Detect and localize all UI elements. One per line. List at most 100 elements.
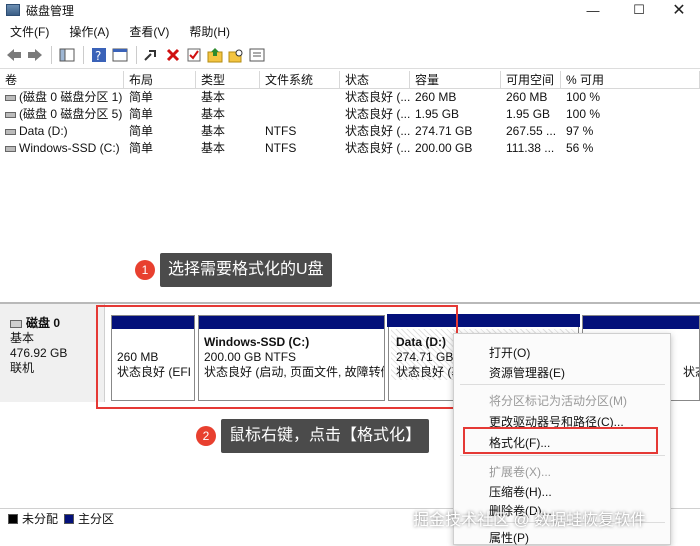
capacity-cell: 274.71 GB — [415, 124, 473, 138]
menu-separator — [460, 455, 665, 456]
capacity-cell: 200.00 GB — [415, 141, 473, 155]
partition-size — [683, 350, 699, 365]
connect-icon[interactable] — [143, 46, 161, 64]
highlight-box-partitions — [96, 305, 458, 409]
help-icon[interactable]: ? — [90, 46, 108, 64]
console-tree-icon[interactable] — [58, 46, 76, 64]
filesystem-cell: NTFS — [265, 124, 297, 138]
menu-view[interactable]: 查看(V) — [119, 23, 179, 40]
drive-icon — [5, 111, 16, 118]
menu-file[interactable]: 文件(F) — [0, 23, 59, 40]
primary-partition-swatch — [64, 513, 75, 524]
percent-free-cell: 56 % — [566, 141, 594, 155]
status-cell: 状态良好 (... — [345, 90, 410, 104]
properties-icon[interactable] — [111, 46, 129, 64]
layout-cell: 简单 — [129, 141, 154, 155]
drive-icon — [5, 145, 16, 152]
type-cell: 基本 — [201, 141, 226, 155]
drive-icon — [5, 94, 16, 101]
toolbar: ? — [0, 41, 700, 69]
table-row[interactable]: (磁盘 0 磁盘分区 1) 简单 基本 状态良好 (... 260 MB 260… — [0, 89, 700, 106]
forward-arrow-icon[interactable] — [26, 46, 44, 64]
percent-free-cell: 100 % — [566, 107, 601, 121]
folder-up-icon[interactable] — [206, 46, 224, 64]
delete-icon[interactable] — [164, 46, 182, 64]
menu-action[interactable]: 操作(A) — [59, 23, 119, 40]
unallocated-swatch — [8, 513, 18, 524]
disk-management-app-icon — [6, 4, 20, 16]
free-space-cell: 267.55 ... — [506, 124, 557, 138]
percent-free-cell: 100 % — [566, 90, 601, 104]
menu-item-explorer[interactable]: 资源管理器(E) — [489, 364, 565, 381]
layout-cell: 简单 — [129, 124, 154, 138]
step-2-number-badge: 2 — [196, 426, 216, 446]
volume-cell: Data (D:) — [0, 123, 124, 140]
legend-primary: 主分区 — [64, 510, 114, 527]
toolbar-divider — [136, 45, 137, 64]
menu-separator — [460, 384, 665, 385]
volume-list-header: 卷 布局 类型 文件系统 状态 容量 可用空间 % 可用 — [0, 71, 700, 89]
status-cell: 状态良好 (... — [345, 141, 410, 155]
free-space-cell: 260 MB — [506, 90, 548, 104]
volume-cell: Windows-SSD (C:) — [0, 140, 124, 157]
column-type[interactable]: 类型 — [196, 71, 260, 88]
menu-bar: 文件(F) 操作(A) 查看(V) 帮助(H) — [0, 21, 700, 41]
table-row[interactable]: Data (D:) 简单 基本 NTFS 状态良好 (... 274.71 GB… — [0, 123, 700, 140]
disk-status: 联机 — [10, 361, 35, 375]
volume-cell: (磁盘 0 磁盘分区 5) — [0, 106, 124, 123]
percent-free-cell: 97 % — [566, 124, 594, 138]
drive-icon — [5, 128, 16, 135]
layout-cell: 简单 — [129, 90, 154, 104]
close-button[interactable]: ✕ — [656, 0, 700, 20]
menu-help[interactable]: 帮助(H) — [179, 23, 240, 40]
column-free-space[interactable]: 可用空间 — [501, 71, 561, 88]
free-space-cell: 1.95 GB — [506, 107, 551, 121]
column-status[interactable]: 状态 — [340, 71, 410, 88]
partition-status: 状态良好 (恢 — [683, 365, 699, 379]
back-arrow-icon[interactable] — [5, 46, 23, 64]
menu-item-open[interactable]: 打开(O) — [489, 344, 530, 361]
status-cell: 状态良好 (... — [345, 107, 410, 121]
svg-text:?: ? — [95, 49, 101, 63]
list-view-icon[interactable] — [248, 46, 266, 64]
window-title: 磁盘管理 — [26, 3, 75, 18]
primary-partition-bar — [583, 316, 699, 329]
layout-cell: 简单 — [129, 107, 154, 121]
menu-item-shrink[interactable]: 压缩卷(H)... — [489, 483, 552, 500]
watermark: 掘金技术社区 @ 数据蛙恢复软件 — [413, 512, 647, 529]
step-1-number-badge: 1 — [135, 260, 155, 280]
type-cell: 基本 — [201, 90, 226, 104]
type-cell: 基本 — [201, 124, 226, 138]
menu-item-properties[interactable]: 属性(P) — [489, 529, 529, 546]
status-cell: 状态良好 (... — [345, 124, 410, 138]
check-icon[interactable] — [185, 46, 203, 64]
column-percent-free[interactable]: % 可用 — [561, 71, 700, 88]
disk-0-label[interactable]: 磁盘 0 基本 476.92 GB 联机 — [0, 304, 105, 402]
highlight-box-format — [463, 427, 658, 454]
disk-size: 476.92 GB — [10, 346, 68, 360]
step-2-annotation: 鼠标右键，点击【格式化】 — [221, 419, 430, 453]
menu-item-extend: 扩展卷(X)... — [489, 465, 551, 479]
step-1-annotation: 选择需要格式化的U盘 — [160, 253, 332, 287]
table-row[interactable]: Windows-SSD (C:) 简单 基本 NTFS 状态良好 (... 20… — [0, 140, 700, 157]
column-volume[interactable]: 卷 — [0, 71, 124, 88]
table-row[interactable]: (磁盘 0 磁盘分区 5) 简单 基本 状态良好 (... 1.95 GB 1.… — [0, 106, 700, 123]
capacity-cell: 260 MB — [415, 90, 457, 104]
toolbar-divider — [51, 45, 52, 64]
volume-list: 卷 布局 类型 文件系统 状态 容量 可用空间 % 可用 (磁盘 0 磁盘分区 … — [0, 71, 700, 157]
menu-item-mark-active: 将分区标记为活动分区(M) — [489, 394, 627, 408]
pane-divider[interactable] — [0, 302, 700, 304]
capacity-cell: 1.95 GB — [415, 107, 460, 121]
disk-type: 基本 — [10, 331, 35, 345]
partition-name — [683, 335, 699, 350]
filesystem-cell: NTFS — [265, 141, 297, 155]
column-layout[interactable]: 布局 — [124, 71, 196, 88]
column-filesystem[interactable]: 文件系统 — [260, 71, 340, 88]
search-folder-icon[interactable] — [227, 46, 245, 64]
legend-unallocated: 未分配 — [8, 510, 58, 527]
toolbar-divider — [83, 45, 84, 64]
column-capacity[interactable]: 容量 — [410, 71, 501, 88]
minimize-button[interactable]: — — [570, 0, 616, 20]
filesystem-cell — [260, 89, 340, 106]
type-cell: 基本 — [201, 107, 226, 121]
